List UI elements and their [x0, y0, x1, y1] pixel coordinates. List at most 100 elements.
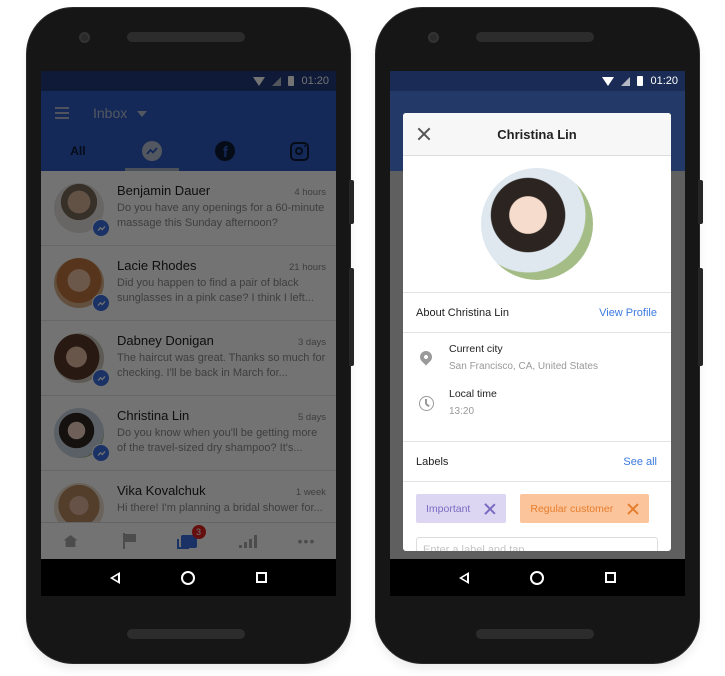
conversation-item[interactable]: Benjamin Dauer 4 hours Do you have any o…: [41, 171, 336, 246]
caret-down-icon[interactable]: [137, 111, 147, 117]
front-camera: [79, 32, 90, 43]
labels-title: Labels: [416, 455, 449, 468]
hamburger-menu-icon[interactable]: [55, 107, 69, 119]
contact-name: Vika Kovalchuk: [117, 483, 206, 498]
back-icon[interactable]: [109, 571, 120, 584]
tab-facebook[interactable]: f: [189, 131, 263, 171]
conversation-item-selected[interactable]: Christina Lin 5 days Do you know when yo…: [41, 396, 336, 471]
power-button: [349, 180, 354, 224]
profile-screen: 01:20 Christina Lin About Christina Lin …: [390, 71, 685, 596]
top-speaker: [476, 32, 594, 42]
label-input[interactable]: [416, 537, 658, 551]
nav-insights[interactable]: [233, 529, 263, 553]
info-value: San Francisco, CA, United States: [449, 361, 598, 372]
message-time: 3 days: [298, 337, 326, 348]
close-icon[interactable]: [415, 125, 433, 143]
info-local-time: Local time 13:20: [403, 388, 671, 433]
message-time: 5 days: [298, 412, 326, 423]
modal-title: Christina Lin: [497, 126, 577, 142]
message-time: 4 hours: [294, 187, 326, 198]
remove-label-icon[interactable]: [627, 503, 639, 515]
system-nav-bar: [41, 559, 336, 596]
volume-button: [698, 268, 703, 366]
status-time: 01:20: [650, 75, 678, 87]
message-preview: Do you have any openings for a 60-minute…: [117, 202, 325, 229]
top-speaker: [127, 32, 245, 42]
profile-photo: [481, 168, 593, 280]
contact-name: Dabney Donigan: [117, 333, 214, 348]
inbox-dropdown[interactable]: Inbox: [93, 105, 127, 121]
home-circle-icon[interactable]: [529, 570, 544, 585]
messenger-icon: [92, 444, 110, 462]
nav-flag[interactable]: [115, 529, 145, 553]
signal-icon: [272, 76, 282, 86]
conversation-list: Benjamin Dauer 4 hours Do you have any o…: [41, 171, 336, 546]
battery-icon: [637, 76, 644, 86]
see-all-link[interactable]: See all: [623, 456, 657, 468]
about-title: About Christina Lin: [416, 306, 509, 319]
nav-home[interactable]: [56, 529, 86, 553]
home-circle-icon[interactable]: [180, 570, 195, 585]
bottom-speaker: [127, 629, 245, 639]
nav-more[interactable]: •••: [292, 529, 322, 553]
conversation-item[interactable]: Lacie Rhodes 21 hours Did you happen to …: [41, 246, 336, 321]
status-bar: 01:20: [41, 71, 336, 91]
tab-all-label: All: [70, 144, 86, 158]
bottom-speaker: [476, 629, 594, 639]
app-bar: Inbox All f: [41, 91, 336, 171]
clock-icon: [418, 396, 434, 411]
source-tabs: All f: [41, 131, 336, 171]
tab-all[interactable]: All: [41, 131, 115, 171]
facebook-icon: f: [215, 141, 236, 161]
modal-header: Christina Lin: [403, 113, 671, 156]
message-preview: Do you know when you'll be getting more …: [117, 427, 318, 454]
profile-photo-area: [403, 156, 671, 293]
view-profile-link[interactable]: View Profile: [599, 307, 657, 319]
notification-badge: 3: [191, 525, 206, 539]
status-bar: 01:20: [390, 71, 685, 91]
about-header: About Christina Lin View Profile: [403, 293, 671, 333]
nav-inbox[interactable]: 3: [174, 525, 206, 553]
more-icon: •••: [297, 533, 316, 549]
label-chip-important[interactable]: Important: [416, 494, 507, 523]
bottom-nav: 3 •••: [41, 522, 336, 559]
info-label: Current city: [449, 343, 503, 355]
message-preview: The haircut was great. Thanks so much fo…: [117, 352, 326, 379]
phone-right: 01:20 Christina Lin About Christina Lin …: [376, 8, 703, 663]
battery-icon: [288, 76, 295, 86]
location-pin-icon: [417, 348, 435, 366]
messenger-icon: [92, 294, 110, 312]
recents-icon[interactable]: [605, 572, 617, 583]
signal-icon: [621, 76, 631, 86]
wifi-icon: [253, 76, 266, 86]
conversation-item[interactable]: Dabney Donigan 3 days The haircut was gr…: [41, 321, 336, 396]
label-chip-text: Regular customer: [530, 502, 614, 515]
home-icon: [63, 535, 78, 547]
tab-instagram[interactable]: [262, 131, 336, 171]
instagram-icon: [289, 141, 309, 161]
remove-label-icon[interactable]: [484, 503, 496, 515]
back-icon[interactable]: [458, 571, 469, 584]
message-preview: Did you happen to find a pair of black s…: [117, 277, 314, 304]
info-current-city: Current city San Francisco, CA, United S…: [403, 343, 671, 388]
contact-info: Current city San Francisco, CA, United S…: [403, 333, 671, 442]
wifi-icon: [602, 76, 615, 86]
contact-name: Benjamin Dauer: [117, 183, 211, 198]
contact-name: Christina Lin: [117, 408, 190, 423]
insights-icon: [238, 534, 257, 548]
recents-icon[interactable]: [256, 572, 268, 583]
volume-button: [349, 268, 354, 366]
info-value: 13:20: [449, 406, 475, 417]
contact-name: Lacie Rhodes: [117, 258, 197, 273]
labels-header: Labels See all: [403, 442, 671, 482]
label-chip-regular-customer[interactable]: Regular customer: [520, 494, 650, 523]
messenger-icon: [141, 141, 162, 161]
info-label: Local time: [449, 388, 497, 400]
system-nav-bar: [390, 559, 685, 596]
message-time: 1 week: [295, 487, 326, 498]
label-chip-text: Important: [426, 502, 471, 515]
inbox-screen: 01:20 Inbox All f Benjamin Dauer 4 hours…: [41, 71, 336, 596]
front-camera: [428, 32, 439, 43]
status-time: 01:20: [301, 75, 329, 87]
tab-messenger[interactable]: [115, 131, 189, 171]
